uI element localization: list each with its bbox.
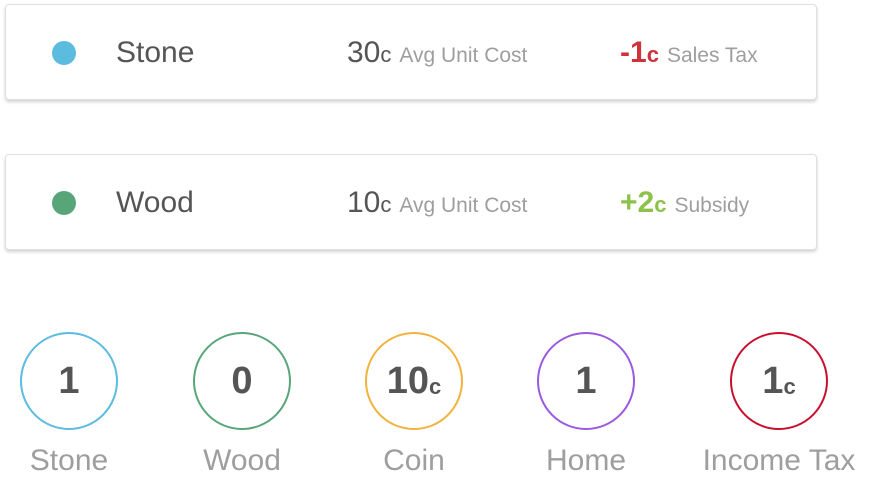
resource-card-wood: Wood 10c Avg Unit Cost +2c Subsidy [5,154,817,250]
avg-unit-cost: 10c Avg Unit Cost [347,185,527,226]
stat-value: 1 [762,359,784,402]
home-count-ring: 1 [537,332,635,430]
resource-name: Wood [116,186,194,219]
stat-home: 1 Home [496,332,676,480]
wood-color-dot-icon [52,191,76,215]
modifier-value: -1 [620,36,647,69]
stat-label: Income Tax [702,444,856,477]
stat-unit: c [783,374,796,399]
modifier-unit: c [646,42,659,67]
stat-coin: 10 c Coin [324,332,504,480]
income-tax-ring: 1c [730,332,828,430]
cost-label: Avg Unit Cost [399,194,528,217]
cost-label: Avg Unit Cost [399,44,528,67]
modifier-value: +2 [620,186,655,219]
stat-value: 1 [58,359,80,402]
modifier-label: Sales Tax [666,44,758,67]
stone-color-dot-icon [52,41,76,65]
modifier-unit: c [654,192,667,217]
cost-unit: c [380,42,392,67]
wood-count-ring: 0 [193,332,291,430]
cost-value: 30 [347,36,381,69]
cost-value: 10 [347,186,381,219]
stat-unit: c [429,374,442,399]
stat-stone: 1 Stone [0,332,159,480]
subsidy: +2c Subsidy [620,185,749,226]
resource-card-stone: Stone 30c Avg Unit Cost -1c Sales Tax [5,4,817,100]
stone-count-ring: 1 [20,332,118,430]
sales-tax: -1c Sales Tax [620,35,758,76]
stat-wood: 0 Wood [152,332,332,480]
stat-income-tax: 1c Income Tax [689,332,869,480]
stat-value: 10 [386,359,430,402]
modifier-label: Subsidy [674,194,750,217]
stat-label: Home [545,444,627,477]
stat-label: Coin [383,444,445,477]
resource-name: Stone [116,36,195,69]
cost-unit: c [380,192,392,217]
stat-label: Stone [29,444,109,477]
avg-unit-cost: 30c Avg Unit Cost [347,35,527,76]
coin-count-ring: 10 c [365,332,463,430]
stat-label: Wood [203,444,281,477]
stat-value: 0 [231,359,253,402]
stat-value: 1 [575,359,597,402]
